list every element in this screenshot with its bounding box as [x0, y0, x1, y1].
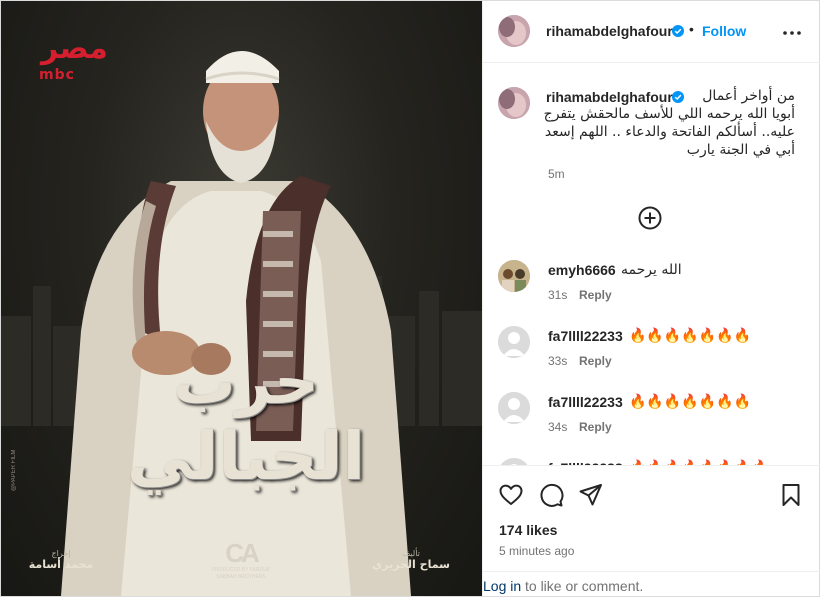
comment-username[interactable]: fa7llll22233 — [548, 394, 623, 410]
caption-line-4: أبي في الجنة يارب — [686, 142, 795, 158]
writer-credit: تأليف سماح الحريري — [371, 549, 451, 571]
comments-list[interactable]: emyh6666 الله يرحمه 31s Reply fa7llll222… — [483, 256, 820, 465]
comment-avatar[interactable] — [498, 458, 530, 465]
caption-line: من أواخر أعمال — [533, 87, 795, 105]
reply-button[interactable]: Reply — [579, 354, 612, 368]
login-link[interactable]: Log in — [483, 578, 521, 594]
reply-button[interactable]: Reply — [579, 420, 612, 434]
heart-icon[interactable] — [498, 482, 524, 508]
login-prompt: to like or comment. — [525, 578, 644, 594]
default-avatar-icon — [498, 392, 530, 424]
side-credit: @PAPER FILM — [11, 449, 17, 491]
comment-avatar[interactable] — [498, 392, 530, 424]
avatar-image — [498, 87, 530, 119]
comment-avatar[interactable] — [498, 260, 530, 292]
comment-time: 34s — [548, 420, 568, 434]
avatar[interactable] — [498, 15, 530, 47]
caption-line-3: عليه.. أسألكم الفاتحة والدعاء .. اللهم إ… — [544, 124, 795, 140]
comment-username[interactable]: emyh6666 — [548, 262, 616, 278]
producer-mark: CA — [225, 538, 260, 568]
likes-count[interactable]: 174 likes — [499, 522, 557, 538]
comment-avatar[interactable] — [498, 326, 530, 358]
comment-icon[interactable] — [538, 482, 564, 508]
separator-dot: • — [689, 21, 694, 37]
post-header: rihamabdelghafour • Follow — [483, 1, 820, 63]
post-username[interactable]: rihamabdelghafour — [546, 23, 673, 39]
default-avatar-icon — [498, 326, 530, 358]
caption-line-1: من أواخر أعمال — [702, 88, 795, 104]
caption-line-2: أبويا الله يرحمه اللي للأسف مالحقش يتفرج — [543, 106, 795, 122]
sheikh-figure — [61, 51, 411, 596]
caption-text: من أواخر أعمال أبويا الله يرحمه اللي للأ… — [533, 87, 795, 159]
plus-circle-icon[interactable] — [637, 205, 663, 231]
post-side-panel: rihamabdelghafour • Follow rihamabdelgha… — [482, 1, 820, 596]
comment-text: 🔥🔥🔥🔥🔥🔥🔥 — [629, 328, 752, 344]
more-icon[interactable] — [782, 23, 802, 43]
comment-text: الله يرحمه — [621, 262, 682, 278]
avatar-image — [498, 15, 530, 47]
director-role: إخراج — [51, 549, 71, 558]
series-title: حرب الجبالي — [121, 346, 371, 496]
caption-avatar[interactable] — [498, 87, 530, 119]
comment-item: fa7llll22233 🔥🔥🔥🔥🔥🔥🔥 34s Reply — [483, 392, 820, 452]
writer-role: تأليف — [402, 549, 420, 558]
login-bar: Log in to like or comment. — [483, 571, 820, 596]
comment-item: fa7llll22233 🔥🔥🔥🔥🔥🔥🔥 33s Reply — [483, 326, 820, 386]
post-actions: 174 likes 5 minutes ago — [483, 465, 820, 571]
verified-icon — [672, 25, 684, 37]
share-icon[interactable] — [578, 482, 604, 508]
reply-button[interactable]: Reply — [579, 288, 612, 302]
comment-text: 🔥🔥🔥🔥🔥🔥🔥 — [629, 394, 752, 410]
avatar-image — [498, 260, 530, 292]
default-avatar-icon — [498, 458, 530, 465]
comment-time: 33s — [548, 354, 568, 368]
writer-name: سماح الحريري — [372, 558, 450, 571]
producer-logo: CA PRODUCED BY FAROUK SABBAH BROTHERS — [211, 539, 271, 581]
series-title-line1: حرب — [173, 345, 319, 418]
producer-sub: PRODUCED BY FAROUK SABBAH BROTHERS — [211, 567, 271, 580]
post-time-ago: 5 minutes ago — [499, 544, 575, 558]
bookmark-icon[interactable] — [778, 482, 804, 508]
mbc-logo-text: mbc — [39, 67, 75, 83]
comment-username[interactable]: fa7llll22233 — [548, 328, 623, 344]
post-image[interactable]: مصر mbc حرب الجبالي @PAPER FILM إخراج مح… — [1, 1, 482, 596]
mbc-masr-logo: مصر — [41, 31, 108, 66]
director-credit: إخراج محمد أسامة — [26, 549, 96, 571]
series-title-line2: الجبالي — [126, 418, 366, 495]
director-name: محمد أسامة — [28, 558, 94, 571]
comment-time: 31s — [548, 288, 568, 302]
caption-timestamp: 5m — [548, 167, 565, 181]
comment-item: emyh6666 الله يرحمه 31s Reply — [483, 260, 820, 320]
follow-button[interactable]: Follow — [702, 23, 746, 39]
comment-item: fa7llll22233 🔥🔥🔥🔥🔥🔥🔥🔥 — [483, 458, 820, 465]
